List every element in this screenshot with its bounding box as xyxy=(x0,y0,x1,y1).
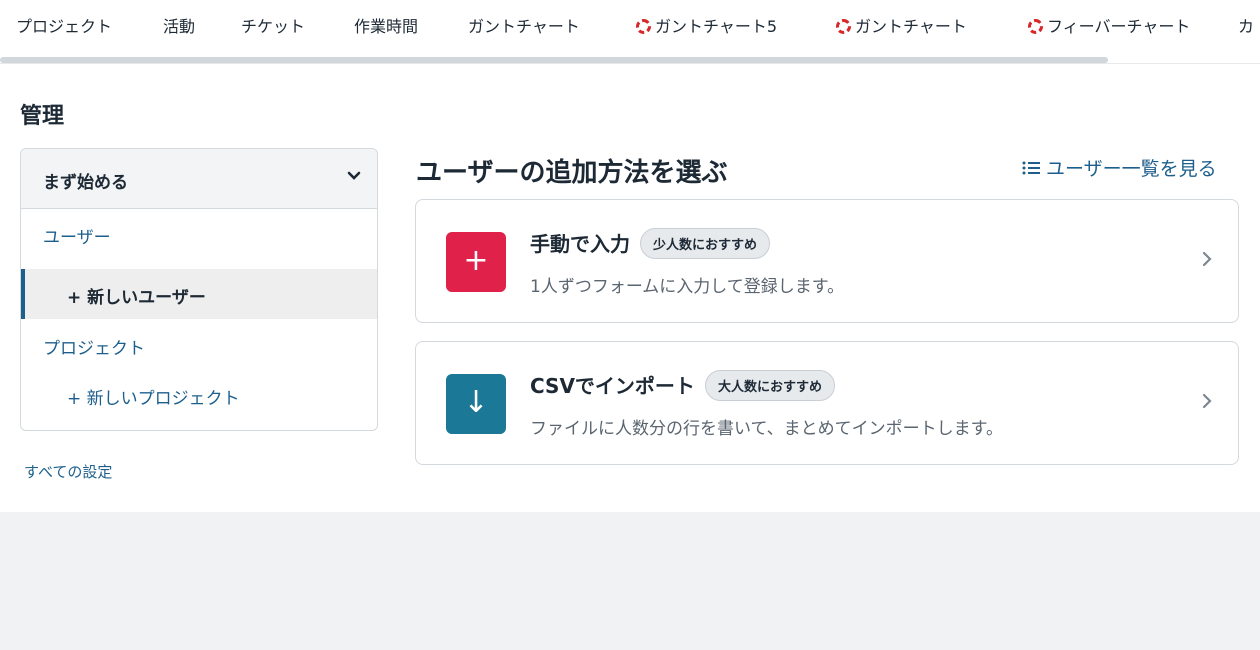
sidebar-header[interactable]: まず始める xyxy=(21,149,377,209)
tab-tickets[interactable]: チケット xyxy=(241,16,305,38)
spinner-icon xyxy=(636,19,651,34)
user-list-link[interactable]: ユーザー一覧を見る xyxy=(1022,154,1217,181)
list-icon xyxy=(1022,158,1046,180)
page-title: 管理 xyxy=(20,104,65,129)
download-arrow-icon: ↓ xyxy=(446,374,506,434)
tab-label: 作業時間 xyxy=(354,17,419,36)
top-navigation: プロジェクト 活動 チケット 作業時間 ガントチャート ガントチャート5 ガント… xyxy=(0,0,1260,64)
manual-entry-card[interactable]: + 手動で入力 少人数におすすめ 1人ずつフォームに入力して登録します。 xyxy=(415,199,1239,323)
tab-label: ガントチャート5 xyxy=(655,17,778,36)
csv-import-card[interactable]: ↓ CSVでインポート 大人数におすすめ ファイルに人数分の行を書いて、まとめてイ… xyxy=(415,341,1239,465)
sidebar-item-projects[interactable]: プロジェクト xyxy=(21,320,377,370)
main-area: 管理 まず始める ユーザー + 新しいユーザー プロジェクト + 新しいプロジェ… xyxy=(0,64,1260,512)
tab-time-entries[interactable]: 作業時間 xyxy=(354,16,418,38)
card-title-text: CSVでインポート xyxy=(530,374,695,398)
recommend-badge: 少人数におすすめ xyxy=(640,228,771,259)
sidebar-item-label: ユーザー xyxy=(43,228,111,248)
sidebar-item-label: + 新しいプロジェクト xyxy=(67,389,240,409)
nav-scrollbar[interactable] xyxy=(0,57,1108,63)
card-title-text: 手動で入力 xyxy=(530,232,630,256)
tab-gantt[interactable]: ガントチャート xyxy=(468,16,580,38)
spinner-icon xyxy=(836,19,851,34)
card-description: ファイルに人数分の行を書いて、まとめてインポートします。 xyxy=(530,419,1003,439)
chevron-down-icon xyxy=(347,169,361,185)
sidebar-item-users[interactable]: ユーザー xyxy=(21,209,377,259)
chevron-right-icon xyxy=(1202,248,1212,272)
sidebar-item-label: + 新しいユーザー xyxy=(67,288,206,308)
sidebar-item-new-project[interactable]: + 新しいプロジェクト xyxy=(21,370,377,420)
card-description: 1人ずつフォームに入力して登録します。 xyxy=(530,277,845,297)
tab-label: 活動 xyxy=(163,17,196,36)
recommend-badge: 大人数におすすめ xyxy=(704,370,835,401)
tab-fever-chart[interactable]: フィーバーチャート xyxy=(1028,16,1190,38)
content-title: ユーザーの追加方法を選ぶ xyxy=(416,158,728,188)
tab-label: ガントチャート xyxy=(855,17,967,36)
tab-label: カ xyxy=(1238,17,1255,36)
card-title: 手動で入力 少人数におすすめ xyxy=(530,228,771,259)
tab-label: プロジェクト xyxy=(16,17,113,36)
chevron-right-icon xyxy=(1202,390,1212,414)
tab-gantt-2[interactable]: ガントチャート xyxy=(836,16,967,38)
tab-activity[interactable]: 活動 xyxy=(163,16,195,38)
all-settings-link[interactable]: すべての設定 xyxy=(24,461,112,482)
tab-overflow[interactable]: カ xyxy=(1238,16,1254,38)
card-title: CSVでインポート 大人数におすすめ xyxy=(530,370,835,401)
spinner-icon xyxy=(1028,19,1043,34)
tab-label: フィーバーチャート xyxy=(1047,17,1191,36)
sidebar-header-label: まず始める xyxy=(43,173,128,193)
plus-icon: + xyxy=(446,232,506,292)
tab-label: ガントチャート xyxy=(468,17,580,36)
sidebar-menu: まず始める ユーザー + 新しいユーザー プロジェクト + 新しいプロジェクト xyxy=(20,148,378,431)
user-list-link-label: ユーザー一覧を見る xyxy=(1046,158,1217,180)
tab-projects[interactable]: プロジェクト xyxy=(16,16,112,38)
sidebar-item-label: プロジェクト xyxy=(43,339,145,359)
tab-gantt5[interactable]: ガントチャート5 xyxy=(636,16,777,38)
sidebar-item-new-user[interactable]: + 新しいユーザー xyxy=(21,269,377,319)
tab-label: チケット xyxy=(241,17,306,36)
